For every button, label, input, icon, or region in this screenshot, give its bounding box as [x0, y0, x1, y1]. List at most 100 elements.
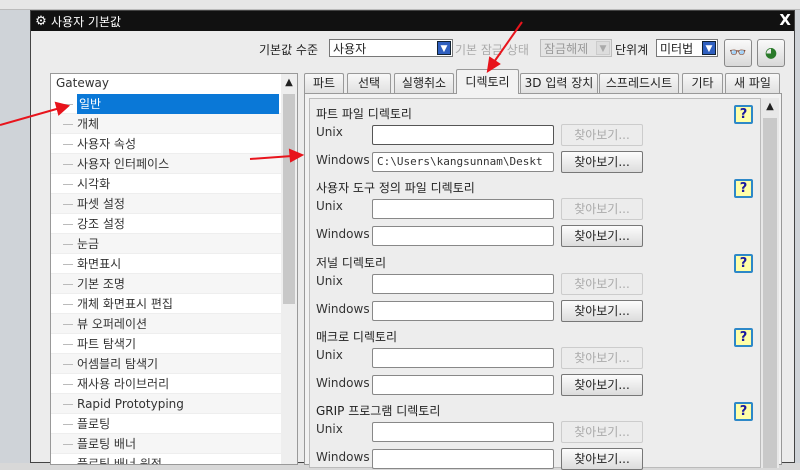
tree-item-label: 플로팅 배너 원점 [77, 457, 162, 465]
tree-item[interactable]: 사용자 인터페이스 [51, 154, 297, 174]
windows-browse-button[interactable]: 찾아보기... [561, 225, 643, 248]
level-select[interactable]: 사용자 ▼ [329, 39, 453, 57]
tab[interactable]: 스프레드시트 [599, 73, 679, 93]
level-value: 사용자 [333, 41, 367, 56]
unix-path-input[interactable] [372, 347, 554, 368]
section-title: GRIP 프로그램 디렉토리 [316, 404, 441, 419]
chevron-down-icon: ▼ [702, 41, 716, 55]
windows-browse-button[interactable]: 찾아보기... [561, 299, 643, 322]
tree-item-label: 눈금 [77, 237, 100, 251]
close-button[interactable]: X [779, 11, 791, 29]
directory-settings: 파트 파일 디렉토리? Unix 찾아보기... Windows C:\Users\ka… [309, 98, 761, 470]
tree-item-label: 화면표시 [77, 257, 122, 271]
windows-path-input[interactable] [372, 374, 554, 395]
scroll-up-icon[interactable]: ▲ [761, 98, 779, 116]
tab[interactable]: 디렉토리 [456, 69, 519, 94]
app-background-top [0, 0, 800, 10]
tree-item-label: 사용자 속성 [77, 137, 137, 151]
tree-item-label: 사용자 인터페이스 [77, 157, 170, 171]
help-button[interactable]: ? [734, 327, 753, 347]
panel-scrollbar[interactable]: ▲ [761, 98, 779, 468]
tab[interactable]: 기타 [682, 73, 723, 93]
windows-path-input[interactable] [372, 226, 554, 247]
tree-item-label: 플로팅 [77, 417, 111, 431]
unix-label: Unix [316, 273, 343, 288]
tree-item[interactable]: 시각화 [51, 174, 297, 194]
gear-icon: ⚙ [35, 13, 47, 29]
tree-item-label: 일반 [77, 94, 279, 114]
find-default-button[interactable]: 👓 [724, 39, 752, 67]
tree-item[interactable]: 사용자 속성 [51, 134, 297, 154]
windows-browse-button[interactable]: 찾아보기... [561, 151, 643, 173]
tree-item-label: 파트 탐색기 [77, 337, 137, 351]
tree-item[interactable]: 파트 탐색기 [51, 334, 297, 354]
tree-item[interactable]: 기본 조명 [51, 274, 297, 294]
tab[interactable]: 파트 [304, 73, 344, 93]
eye-arrow-icon: ◕ [764, 45, 778, 61]
tree-item-label: 뷰 오퍼레이션 [77, 317, 148, 331]
tree-item-label: Rapid Prototyping [77, 397, 184, 411]
tab[interactable]: 3D 입력 장치 [520, 73, 598, 93]
category-tree[interactable]: Gateway 일반개체사용자 속성사용자 인터페이스시각화파셋 설정강조 설정… [50, 73, 298, 465]
windows-browse-button[interactable]: 찾아보기... [561, 448, 643, 470]
unix-browse-button[interactable]: 찾아보기... [561, 346, 643, 369]
tree-item-label: 강조 설정 [77, 217, 125, 231]
help-button[interactable]: ? [734, 402, 753, 422]
help-button[interactable]: ? [734, 253, 753, 273]
windows-label: Windows [316, 153, 370, 167]
section-title: 사용자 도구 정의 파일 디렉토리 [316, 181, 475, 196]
tree-item[interactable]: 플로팅 배너 [51, 434, 297, 454]
scroll-up-icon[interactable]: ▲ [281, 74, 297, 92]
unix-browse-button[interactable]: 찾아보기... [561, 421, 643, 444]
chevron-down-icon: ▼ [596, 41, 610, 55]
unix-path-input[interactable] [372, 199, 554, 220]
tree-item[interactable]: 어셈블리 탐색기 [51, 354, 297, 374]
tree-item[interactable]: 일반 [51, 94, 297, 114]
section-title: 파트 파일 디렉토리 [316, 107, 412, 121]
help-button[interactable]: ? [734, 179, 753, 199]
scroll-thumb[interactable] [283, 94, 295, 304]
scroll-track[interactable] [763, 118, 777, 468]
tree-root[interactable]: Gateway [51, 74, 297, 94]
tree-item-label: 개체 [77, 117, 100, 131]
tree-item-label: 어셈블리 탐색기 [77, 357, 159, 371]
tree-item[interactable]: 재사용 라이브러리 [51, 374, 297, 394]
windows-browse-button[interactable]: 찾아보기... [561, 373, 643, 396]
units-value: 미터법 [660, 41, 694, 56]
tab[interactable]: 새 파일 [725, 73, 780, 93]
tab[interactable]: 선택 [347, 73, 391, 93]
tree-item[interactable]: 개체 [51, 114, 297, 134]
windows-path-input[interactable] [372, 300, 554, 321]
tree-item[interactable]: 강조 설정 [51, 214, 297, 234]
lock-value: 잠금해제 [544, 41, 589, 56]
tab[interactable]: 실행취소 [394, 73, 454, 93]
directory-tab-panel: 파트 파일 디렉토리? Unix 찾아보기... Windows C:\Users\ka… [304, 93, 782, 470]
tree-item[interactable]: 플로팅 배너 원점 [51, 454, 297, 465]
unix-browse-button[interactable]: 찾아보기... [561, 198, 643, 221]
windows-path-input[interactable]: C:\Users\kangsunnam\Deskt [372, 152, 554, 172]
unix-label: Unix [316, 199, 343, 214]
tree-scrollbar[interactable]: ▲ [281, 74, 297, 464]
unix-path-input[interactable] [372, 273, 554, 294]
tree-item[interactable]: 파셋 설정 [51, 194, 297, 214]
tree-item[interactable]: 눈금 [51, 234, 297, 254]
tree-item[interactable]: 개체 화면표시 편집 [51, 294, 297, 314]
unix-path-input[interactable] [372, 125, 554, 145]
windows-path-input[interactable] [372, 449, 554, 470]
tree-item-label: 시각화 [77, 177, 111, 191]
units-select[interactable]: 미터법 ▼ [656, 39, 718, 57]
lock-select[interactable]: 잠금해제 ▼ [540, 39, 612, 57]
unix-browse-button[interactable]: 찾아보기... [561, 272, 643, 295]
binoculars-icon: 👓 [729, 45, 747, 61]
tree-item[interactable]: 뷰 오퍼레이션 [51, 314, 297, 334]
view-changes-button[interactable]: ◕ [757, 39, 785, 67]
section-title: 매크로 디렉토리 [316, 329, 398, 344]
tree-item[interactable]: Rapid Prototyping [51, 394, 297, 414]
help-button[interactable]: ? [734, 105, 753, 124]
level-label: 기본값 수준 [259, 43, 319, 57]
tree-item[interactable]: 화면표시 [51, 254, 297, 274]
unix-label: Unix [316, 347, 343, 362]
unix-browse-button[interactable]: 찾아보기... [561, 124, 643, 146]
unix-path-input[interactable] [372, 422, 554, 443]
tree-item[interactable]: 플로팅 [51, 414, 297, 434]
